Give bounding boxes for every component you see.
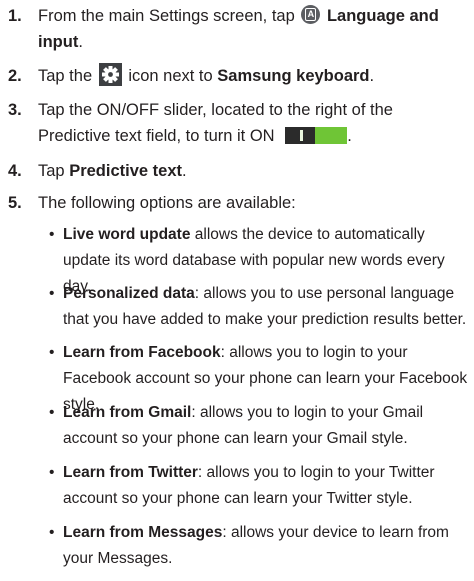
step-number: 5. <box>8 194 22 212</box>
step-text: Tap the ON/OFF slider, located to the ri… <box>38 97 466 149</box>
option-text: Personalized data: allows you to use per… <box>63 281 469 333</box>
step-text-post: . <box>347 127 352 145</box>
predictive-text-label: Predictive text <box>69 162 183 180</box>
bullet: • <box>49 524 55 541</box>
step-text: Tap Predictive text. <box>38 158 466 184</box>
language-a-icon: A <box>301 5 321 24</box>
samsung-keyboard-label: Samsung keyboard <box>217 67 370 85</box>
gear-icon <box>98 63 122 86</box>
step-number: 3. <box>8 101 22 119</box>
step-number: 1. <box>8 7 22 25</box>
option-text: Learn from Messages: allows your device … <box>63 520 469 572</box>
bullet: • <box>49 464 55 481</box>
step-text-mid: icon next to <box>128 67 213 85</box>
step-text-pre: Tap <box>38 162 65 180</box>
step-text-post: . <box>182 162 187 180</box>
step-text: Tap the icon next to Samsung keyboard. <box>38 63 466 89</box>
step-number: 4. <box>8 162 22 180</box>
step-text-body: The following options are available: <box>38 194 296 212</box>
option-title: Personalized data <box>63 285 195 302</box>
option-title: Learn from Messages <box>63 524 223 541</box>
step-text-post: . <box>369 67 375 85</box>
bullet: • <box>49 344 55 361</box>
step-text: From the main Settings screen, tap A Lan… <box>38 3 466 55</box>
option-text: Learn from Twitter: allows you to login … <box>63 460 469 512</box>
step-text-pre: From the main Settings screen, tap <box>38 7 295 25</box>
step-text: The following options are available: <box>38 190 466 216</box>
option-title: Learn from Facebook <box>63 344 221 361</box>
option-title: Learn from Twitter <box>63 464 198 481</box>
on-toggle-icon <box>285 127 348 144</box>
bullet: • <box>49 285 55 302</box>
step-text-pre: Tap the <box>38 67 93 85</box>
option-title: Learn from Gmail <box>63 404 192 421</box>
bullet: • <box>49 226 55 243</box>
step-text-post: . <box>78 33 83 51</box>
option-title: Live word update <box>63 226 191 243</box>
bullet: • <box>49 404 55 421</box>
option-text: Learn from Gmail: allows you to login to… <box>63 400 469 452</box>
step-number: 2. <box>8 67 22 85</box>
